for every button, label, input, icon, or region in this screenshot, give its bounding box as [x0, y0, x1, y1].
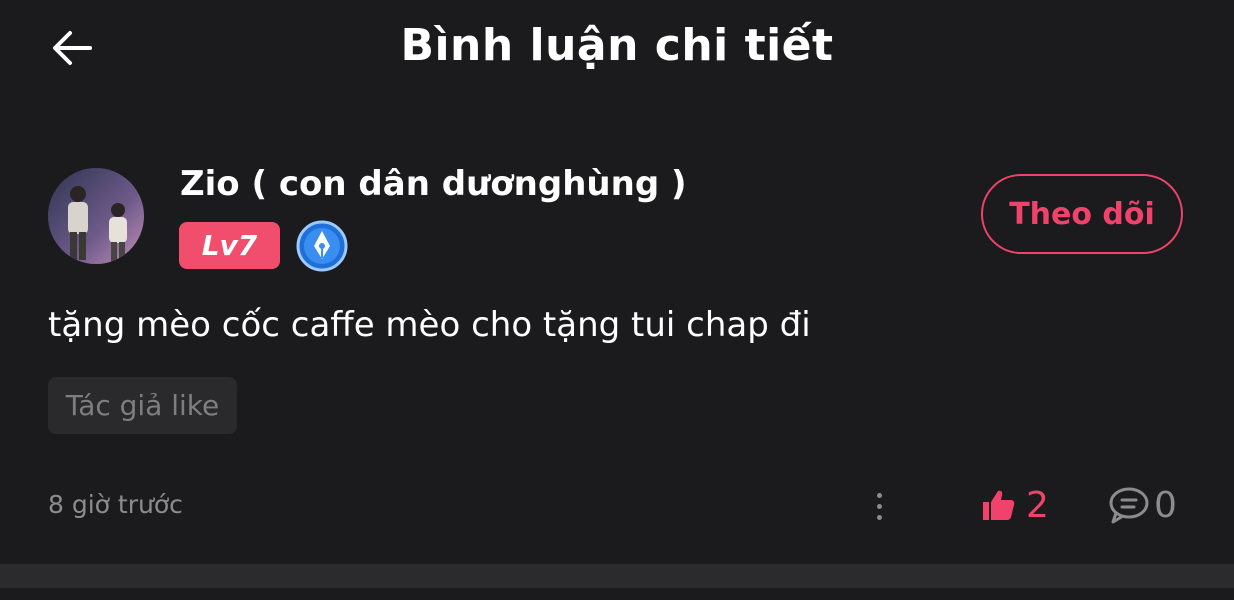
avatar[interactable] — [48, 168, 144, 264]
comment-detail-screen: Bình luận chi tiết Zio ( con dân dươnghù… — [0, 0, 1234, 600]
reply-button[interactable]: 0 — [1108, 482, 1177, 528]
comment-text: tặng mèo cốc caffe mèo cho tặng tui chap… — [48, 305, 811, 345]
like-count: 2 — [1026, 484, 1049, 526]
comment-bubble-icon — [1109, 487, 1149, 524]
avatar-image — [48, 168, 144, 264]
username[interactable]: Zio ( con dân dươnghùng ) — [180, 164, 687, 204]
more-options-button[interactable] — [864, 484, 894, 528]
page-title: Bình luận chi tiết — [400, 20, 834, 71]
author-like-tag: Tác giả like — [48, 377, 237, 434]
comment-timestamp: 8 giờ trước — [48, 490, 183, 519]
like-button[interactable]: 2 — [980, 482, 1049, 528]
follow-button[interactable]: Theo dõi — [981, 174, 1183, 254]
more-dot — [876, 514, 882, 520]
reply-count: 0 — [1154, 484, 1177, 526]
section-divider — [0, 564, 1234, 588]
header: Bình luận chi tiết — [0, 0, 1234, 100]
level-badge: Lv7 — [179, 222, 280, 269]
more-dot — [876, 492, 882, 498]
more-dot — [876, 503, 882, 509]
author-pen-badge-icon — [296, 220, 348, 272]
thumbs-up-icon — [983, 490, 1015, 520]
